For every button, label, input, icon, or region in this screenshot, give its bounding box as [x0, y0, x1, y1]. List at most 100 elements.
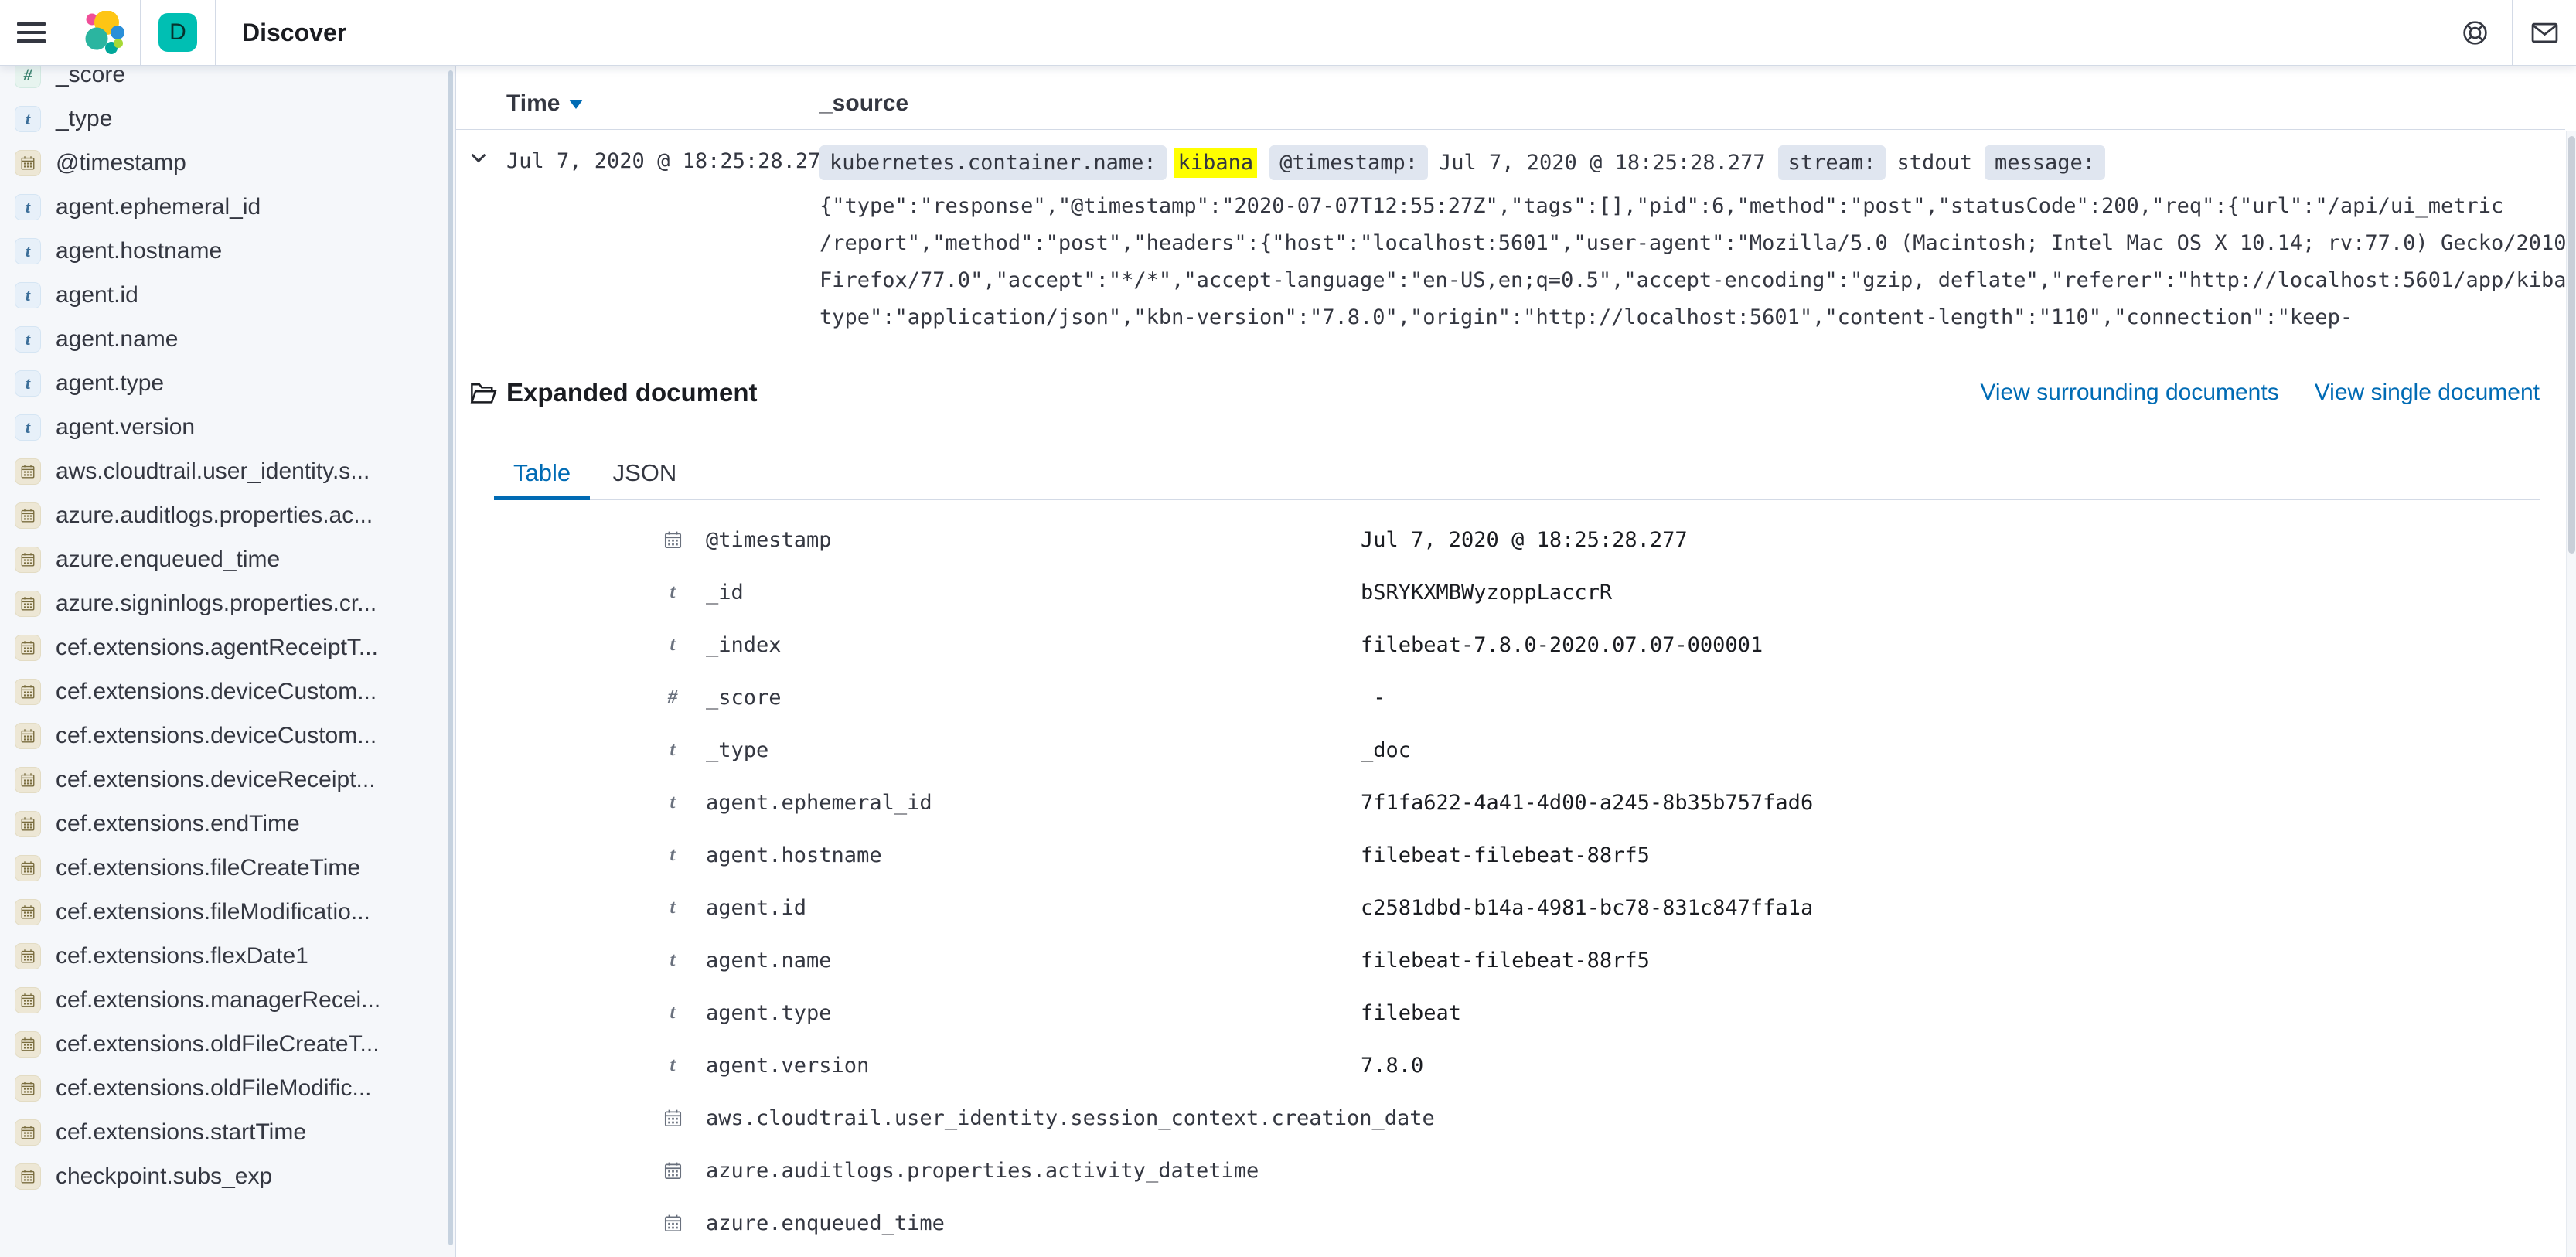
document-fields-table: @timestamp Jul 7, 2020 @ 18:25:28.277 t … — [456, 513, 2565, 1249]
field-type-icon: t — [661, 1002, 684, 1024]
source-field-value: Jul 7, 2020 @ 18:25:28.277 — [1439, 151, 1766, 175]
sidebar-field-item[interactable]: aws.cloudtrail.user_identity.s... — [0, 449, 455, 493]
field-list: # _score t _type @timestamp t agent.ephe… — [0, 66, 455, 1198]
doc-row-source: kubernetes.container.name: kibana @times… — [819, 143, 2533, 336]
field-type-icon: t — [661, 792, 684, 813]
elastic-logo[interactable] — [63, 0, 140, 65]
table-row: t agent.id c2581dbd-b14a-4981-bc78-831c8… — [456, 881, 2565, 934]
vertical-scrollbar[interactable] — [2566, 131, 2576, 1257]
sidebar-scrollbar[interactable] — [448, 70, 453, 1245]
field-type-icon — [15, 1075, 41, 1102]
field-type-icon — [15, 1163, 41, 1190]
collapse-row-icon[interactable] — [467, 146, 490, 169]
sidebar-field-item[interactable]: checkpoint.subs_exp — [0, 1154, 455, 1198]
source-field-badge: kubernetes.container.name: — [819, 145, 1167, 180]
sidebar-field-label: _score — [56, 66, 125, 88]
sidebar-field-item[interactable]: t agent.version — [0, 405, 455, 449]
message-line: /report","method":"post","headers":{"hos… — [819, 225, 2533, 262]
space-avatar[interactable]: D — [158, 13, 197, 52]
sidebar-field-label: azure.auditlogs.properties.ac... — [56, 502, 373, 529]
sidebar-field-label: cef.extensions.managerRecei... — [56, 987, 380, 1013]
sidebar-field-item[interactable]: t _type — [0, 97, 455, 141]
field-type-icon: t — [15, 326, 41, 353]
field-type-icon — [15, 150, 41, 176]
field-type-icon: t — [661, 634, 684, 656]
source-field-pair: message: — [1985, 145, 2105, 180]
sidebar-field-label: agent.id — [56, 282, 138, 308]
field-name: agent.type — [706, 1001, 1361, 1025]
sidebar-field-item[interactable]: t agent.hostname — [0, 229, 455, 273]
field-type-icon — [661, 1161, 684, 1180]
message-line: {"type":"response","@timestamp":"2020-07… — [819, 188, 2533, 225]
field-name: azure.auditlogs.properties.activity_date… — [706, 1159, 1361, 1183]
tab-table[interactable]: Table — [494, 446, 590, 500]
sidebar-field-item[interactable]: @timestamp — [0, 141, 455, 185]
source-field-pair: kubernetes.container.name: kibana — [819, 145, 1257, 180]
help-icon[interactable] — [2457, 14, 2494, 51]
sidebar-field-item[interactable]: cef.extensions.endTime — [0, 802, 455, 846]
field-type-icon — [15, 635, 41, 661]
sidebar-field-item[interactable]: cef.extensions.agentReceiptT... — [0, 625, 455, 669]
sidebar-field-item[interactable]: cef.extensions.deviceReceipt... — [0, 758, 455, 802]
field-type-icon — [15, 1031, 41, 1058]
scrollbar-thumb[interactable] — [2568, 136, 2575, 554]
field-name: agent.ephemeral_id — [706, 791, 1361, 815]
table-row: t agent.ephemeral_id 7f1fa622-4a41-4d00-… — [456, 776, 2565, 829]
field-type-icon: t — [661, 897, 684, 918]
view-surrounding-documents-link[interactable]: View surrounding documents — [1980, 380, 2278, 406]
sidebar-field-item[interactable]: azure.auditlogs.properties.ac... — [0, 493, 455, 537]
field-type-icon: # — [661, 686, 684, 708]
table-row: t agent.name filebeat-filebeat-88rf5 — [456, 934, 2565, 986]
sidebar-field-item[interactable]: azure.signinlogs.properties.cr... — [0, 581, 455, 625]
tab-json[interactable]: JSON — [594, 446, 697, 500]
field-type-icon — [15, 547, 41, 573]
field-value: 7f1fa622-4a41-4d00-a245-8b35b757fad6 — [1361, 791, 1813, 815]
field-value: filebeat-7.8.0-2020.07.07-000001 — [1361, 633, 1763, 657]
source-field-value: kibana — [1174, 148, 1258, 178]
sidebar-field-label: cef.extensions.oldFileCreateT... — [56, 1031, 380, 1058]
sidebar-field-item[interactable]: t agent.id — [0, 273, 455, 317]
sidebar-field-label: agent.name — [56, 326, 178, 353]
field-type-icon — [15, 855, 41, 881]
time-column-label: Time — [506, 90, 560, 116]
sidebar-field-item[interactable]: cef.extensions.deviceCustom... — [0, 669, 455, 714]
expanded-tabs: Table JSON — [494, 446, 2540, 500]
message-line: type":"application/json","kbn-version":"… — [819, 299, 2533, 336]
field-type-icon — [15, 1119, 41, 1146]
field-type-icon — [661, 530, 684, 550]
expanded-document-header: Expanded document View surrounding docum… — [456, 375, 2540, 412]
sidebar-field-item[interactable]: cef.extensions.fileCreateTime — [0, 846, 455, 890]
field-type-icon: # — [15, 66, 41, 88]
field-type-icon: t — [15, 370, 41, 397]
source-field-value: stdout — [1896, 151, 1972, 175]
sidebar-field-item[interactable]: cef.extensions.managerRecei... — [0, 978, 455, 1022]
sidebar-field-item[interactable]: t agent.type — [0, 361, 455, 405]
field-type-icon: t — [15, 414, 41, 441]
table-row: azure.auditlogs.properties.activity_date… — [456, 1144, 2565, 1197]
field-name: _index — [706, 633, 1361, 657]
sidebar-field-label: cef.extensions.agentReceiptT... — [56, 635, 378, 661]
sidebar-field-label: azure.signinlogs.properties.cr... — [56, 591, 377, 617]
field-value: bSRYKXMBWyzoppLaccrR — [1361, 581, 1612, 605]
expanded-document-title: Expanded document — [506, 378, 758, 407]
sidebar-field-item[interactable]: cef.extensions.oldFileModific... — [0, 1066, 455, 1110]
field-type-icon — [15, 591, 41, 617]
field-name: agent.version — [706, 1054, 1361, 1078]
newsfeed-mail-icon[interactable] — [2526, 14, 2563, 51]
source-badges-line: kubernetes.container.name: kibana @times… — [819, 143, 2533, 182]
menu-icon[interactable] — [17, 22, 46, 43]
sidebar-field-item[interactable]: cef.extensions.deviceCustom... — [0, 714, 455, 758]
sidebar-field-item[interactable]: cef.extensions.flexDate1 — [0, 934, 455, 978]
sidebar-field-item[interactable]: cef.extensions.startTime — [0, 1110, 455, 1154]
sidebar-field-item[interactable]: cef.extensions.fileModificatio... — [0, 890, 455, 934]
sidebar-field-item[interactable]: t agent.ephemeral_id — [0, 185, 455, 229]
time-column-header[interactable]: Time — [506, 90, 583, 117]
sidebar-field-item[interactable]: # _score — [0, 66, 455, 97]
sidebar-field-item[interactable]: azure.enqueued_time — [0, 537, 455, 581]
sidebar-field-item[interactable]: t agent.name — [0, 317, 455, 361]
field-type-icon: t — [15, 194, 41, 220]
view-single-document-link[interactable]: View single document — [2315, 380, 2540, 406]
folder-open-icon — [469, 379, 497, 407]
sidebar-field-item[interactable]: cef.extensions.oldFileCreateT... — [0, 1022, 455, 1066]
table-row: # _score - — [456, 671, 2565, 724]
